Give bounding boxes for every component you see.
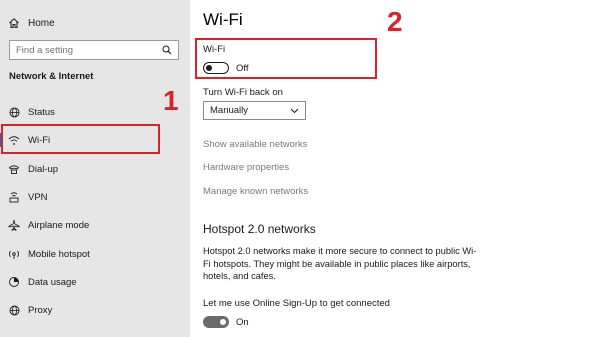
globe-icon [8, 106, 20, 118]
sidebar-item-proxy[interactable]: Proxy [0, 299, 190, 321]
sidebar-item-data-usage[interactable]: Data usage [0, 271, 190, 293]
sidebar: Home Network & Internet Status Wi-Fi Dia… [0, 0, 190, 337]
sidebar-item-status[interactable]: Status [0, 101, 190, 123]
annotation-number-1: 1 [163, 85, 179, 116]
online-signup-label: Let me use Online Sign-Up to get connect… [203, 298, 390, 309]
show-available-networks-link[interactable]: Show available networks [203, 139, 308, 150]
sidebar-item-label: VPN [28, 191, 48, 203]
sidebar-item-mobile-hotspot[interactable]: Mobile hotspot [0, 243, 190, 265]
chevron-down-icon [290, 106, 299, 115]
sidebar-item-airplane-mode[interactable]: Airplane mode [0, 214, 190, 236]
airplane-icon [8, 219, 20, 231]
main-panel: Wi-Fi Wi-Fi Off Turn Wi-Fi back on Manua… [190, 0, 600, 337]
search-input[interactable] [16, 44, 162, 56]
wifi-icon [8, 134, 20, 146]
toggle-knob [206, 64, 212, 71]
sidebar-item-dialup[interactable]: Dial-up [0, 158, 190, 180]
sidebar-item-wifi[interactable]: Wi-Fi [0, 129, 190, 151]
wifi-toggle-label: Wi-Fi [203, 44, 226, 55]
sidebar-item-label: Wi-Fi [28, 134, 51, 146]
turn-wifi-back-on-label: Turn Wi-Fi back on [203, 87, 283, 98]
page-title: Wi-Fi [203, 10, 243, 29]
sidebar-item-vpn[interactable]: VPN [0, 186, 190, 208]
data-usage-icon [8, 276, 20, 288]
online-signup-toggle[interactable] [203, 316, 229, 328]
annotation-number-2: 2 [387, 6, 403, 37]
wifi-toggle-state: Off [236, 63, 249, 74]
sidebar-item-label: Status [28, 106, 55, 118]
online-signup-state: On [236, 317, 249, 328]
home-label: Home [28, 17, 55, 29]
search-box[interactable] [9, 40, 179, 60]
toggle-knob [220, 319, 226, 325]
hotspot-icon [8, 248, 20, 260]
hardware-properties-link[interactable]: Hardware properties [203, 162, 289, 173]
sidebar-item-label: Dial-up [28, 163, 59, 175]
wifi-toggle[interactable] [203, 62, 229, 74]
search-icon[interactable] [162, 45, 172, 55]
dialup-icon [8, 163, 20, 175]
turn-wifi-back-on-select[interactable]: Manually [203, 101, 306, 120]
vpn-icon [8, 191, 20, 203]
manage-known-networks-link[interactable]: Manage known networks [203, 186, 308, 197]
dropdown-value: Manually [210, 105, 249, 116]
sidebar-item-label: Airplane mode [28, 219, 90, 231]
hotspot-heading: Hotspot 2.0 networks [203, 222, 316, 236]
sidebar-item-label: Proxy [28, 304, 53, 316]
section-title: Network & Internet [9, 71, 94, 82]
globe-icon [8, 304, 20, 316]
sidebar-item-label: Mobile hotspot [28, 248, 90, 260]
sidebar-item-label: Data usage [28, 276, 77, 288]
home-icon [8, 17, 20, 29]
home-nav[interactable]: Home [8, 14, 55, 32]
hotspot-description: Hotspot 2.0 networks make it more secure… [203, 246, 477, 281]
